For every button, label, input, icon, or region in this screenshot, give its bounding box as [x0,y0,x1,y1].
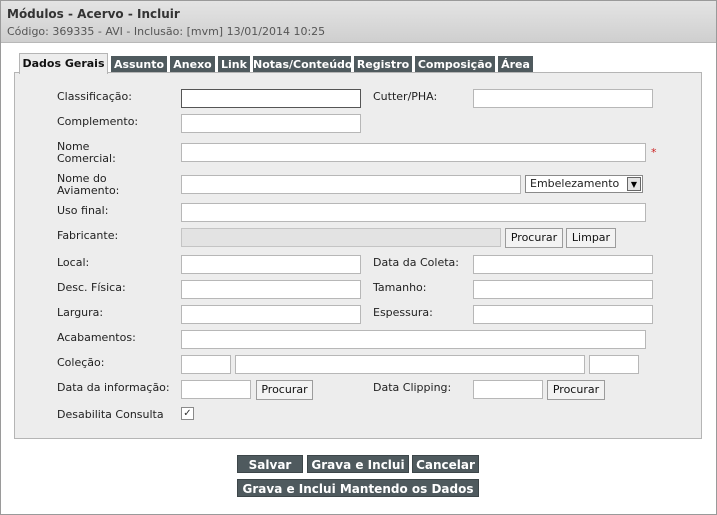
save-and-new-button[interactable]: Grava e Inclui [307,455,409,473]
local-input[interactable] [181,255,361,274]
nome-comercial-label-line2: Comercial: [57,152,116,165]
chevron-down-icon: ▼ [627,177,641,191]
largura-label: Largura: [57,306,104,319]
espessura-label: Espessura: [373,306,433,319]
cancel-button[interactable]: Cancelar [412,455,479,473]
save-button[interactable]: Salvar [237,455,303,473]
tab-assunto[interactable]: Assunto [111,56,167,73]
tab-area[interactable]: Área [498,56,533,73]
data-clipping-search-button[interactable]: Procurar [547,380,605,400]
nome-aviamento-input[interactable] [181,175,521,194]
window-header: Módulos - Acervo - Incluir Código: 36933… [1,1,716,43]
uso-final-input[interactable] [181,203,646,222]
acabamentos-label: Acabamentos: [57,331,136,344]
data-coleta-input[interactable] [473,255,653,274]
complemento-label: Complemento: [57,115,139,128]
tamanho-label: Tamanho: [373,281,427,294]
colecao-label: Coleção: [57,356,105,369]
uso-final-label: Uso final: [57,204,109,217]
local-label: Local: [57,256,90,269]
fabricante-clear-button[interactable]: Limpar [566,228,616,248]
form-panel: Classificação: Cutter/PHA: Complemento: … [14,72,702,439]
fabricante-label: Fabricante: [57,229,119,242]
espessura-input[interactable] [473,305,653,324]
fabricante-input [181,228,501,247]
desabilita-consulta-checkbox[interactable]: ✓ [181,407,194,420]
fabricante-search-button[interactable]: Procurar [505,228,563,248]
colecao-input-2[interactable] [235,355,585,374]
save-and-new-keep-data-button[interactable]: Grava e Inclui Mantendo os Dados [237,479,479,497]
desc-fisica-input[interactable] [181,280,361,299]
acabamentos-input[interactable] [181,330,646,349]
aviamento-type-select[interactable]: Embelezamento ▼ [525,175,643,193]
tab-registro[interactable]: Registro [354,56,412,73]
largura-input[interactable] [181,305,361,324]
page-title: Módulos - Acervo - Incluir [7,7,180,21]
aviamento-type-value: Embelezamento [530,177,620,190]
desabilita-consulta-label: Desabilita Consulta [57,408,164,421]
data-informacao-search-button[interactable]: Procurar [256,380,313,400]
nome-aviamento-label-line2: Aviamento: [57,184,120,197]
cutter-label: Cutter/PHA: [373,90,438,103]
tab-link[interactable]: Link [218,56,250,73]
data-clipping-input[interactable] [473,380,543,399]
tab-notas-conteudo[interactable]: Notas/Conteúdo [253,56,352,73]
tab-dados-gerais[interactable]: Dados Gerais [19,53,108,74]
record-info: Código: 369335 - AVI - Inclusão: [mvm] 1… [7,25,326,38]
nome-comercial-input[interactable] [181,143,646,162]
data-informacao-label: Data da informação: [57,381,170,394]
tab-composicao[interactable]: Composição [415,56,495,73]
desc-fisica-label: Desc. Física: [57,281,126,294]
data-coleta-label: Data da Coleta: [373,256,459,269]
acervo-window: Módulos - Acervo - Incluir Código: 36933… [0,0,717,515]
required-marker: * [651,146,657,159]
complemento-input[interactable] [181,114,361,133]
data-informacao-input[interactable] [181,380,251,399]
classificacao-label: Classificação: [57,90,132,103]
tamanho-input[interactable] [473,280,653,299]
data-clipping-label: Data Clipping: [373,381,452,394]
cutter-input[interactable] [473,89,653,108]
colecao-input-3[interactable] [589,355,639,374]
classificacao-input[interactable] [181,89,361,108]
colecao-input-1[interactable] [181,355,231,374]
tab-anexo[interactable]: Anexo [170,56,215,73]
